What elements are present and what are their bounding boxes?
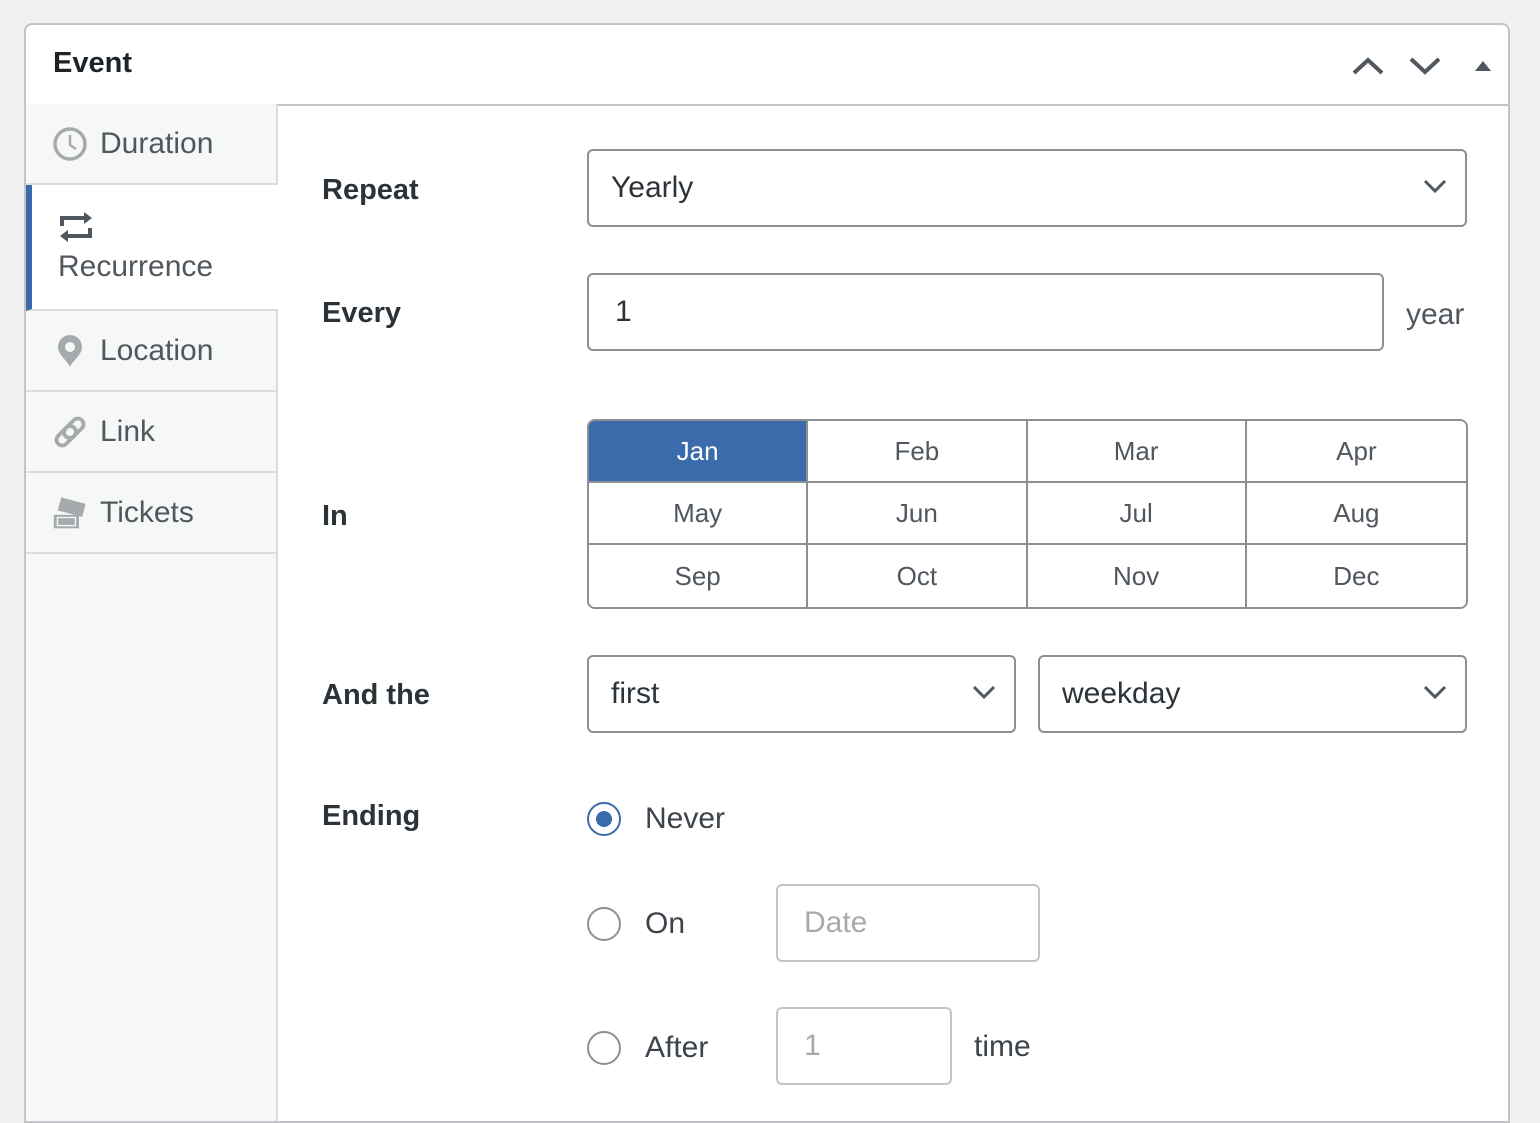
ending-never-option: Never — [587, 802, 725, 836]
month-dec[interactable]: Dec — [1246, 545, 1466, 607]
every-interval-input[interactable]: 1 — [587, 273, 1384, 351]
repeat-select[interactable]: Yearly — [587, 149, 1467, 227]
month-jan[interactable]: Jan — [589, 421, 809, 483]
month-mar[interactable]: Mar — [1027, 421, 1247, 483]
sidebar-item-label: Duration — [100, 126, 214, 160]
link-icon — [52, 414, 88, 450]
month-oct[interactable]: Oct — [808, 545, 1028, 607]
month-jul[interactable]: Jul — [1027, 483, 1247, 545]
sidebar-item-location[interactable]: Location — [26, 311, 276, 392]
sidebar-item-tickets[interactable]: Tickets — [26, 473, 276, 554]
ending-count-unit: time — [974, 1030, 1031, 1063]
ending-date-placeholder: Date — [804, 906, 868, 939]
in-label: In — [322, 500, 348, 532]
tickets-icon — [52, 495, 88, 531]
repeat-label: Repeat — [322, 174, 419, 206]
month-jun[interactable]: Jun — [808, 483, 1028, 545]
sidebar-item-link[interactable]: Link — [26, 392, 276, 473]
ending-label: Ending — [322, 800, 421, 832]
ending-never-label: Never — [645, 802, 726, 835]
panel-header: Event — [26, 25, 1508, 106]
ending-never-radio[interactable] — [587, 802, 621, 836]
ending-on-radio[interactable] — [587, 907, 621, 941]
panel-title: Event — [53, 47, 132, 79]
repeat-icon — [58, 210, 94, 244]
sidebar-item-recurrence[interactable]: Recurrence — [26, 185, 278, 311]
chevron-down-icon — [1423, 179, 1447, 194]
sidebar-item-label: Location — [100, 333, 214, 367]
day-select[interactable]: weekday — [1038, 655, 1467, 733]
ending-date-input[interactable]: Date — [776, 884, 1040, 962]
ending-on-label: On — [645, 907, 686, 940]
ending-count-input[interactable]: 1 — [776, 1007, 952, 1085]
ordinal-select-value: first — [611, 677, 660, 710]
event-panel: Event Duration Recurrence Location Link … — [24, 23, 1510, 1123]
month-apr[interactable]: Apr — [1246, 421, 1466, 483]
month-nov[interactable]: Nov — [1027, 545, 1247, 607]
sidebar-item-label: Tickets — [100, 495, 194, 529]
every-label: Every — [322, 297, 402, 329]
chevron-down-icon — [1409, 57, 1441, 75]
ending-after-option: After — [587, 1031, 708, 1065]
ending-on-option: On — [587, 907, 685, 941]
move-down-button[interactable] — [1405, 49, 1445, 83]
day-select-value: weekday — [1062, 677, 1181, 710]
map-pin-icon — [52, 333, 88, 369]
repeat-select-value: Yearly — [611, 171, 694, 204]
ending-count-value: 1 — [804, 1029, 821, 1062]
clock-icon — [52, 126, 88, 162]
sidebar-tabs: Duration Recurrence Location Link Ticket… — [26, 104, 278, 1121]
sidebar-item-label: Recurrence — [58, 250, 214, 283]
chevron-up-icon — [1352, 57, 1384, 75]
ending-after-label: After — [645, 1031, 709, 1064]
chevron-down-icon — [1423, 685, 1447, 700]
chevron-down-icon — [972, 685, 996, 700]
month-feb[interactable]: Feb — [808, 421, 1028, 483]
month-picker: Jan Feb Mar Apr May Jun Jul Aug Sep Oct … — [587, 419, 1468, 609]
every-unit-label: year — [1406, 298, 1465, 331]
month-may[interactable]: May — [589, 483, 809, 545]
sidebar-item-label: Link — [100, 414, 156, 448]
month-aug[interactable]: Aug — [1246, 483, 1466, 545]
move-up-button[interactable] — [1348, 49, 1388, 83]
and-the-label: And the — [322, 679, 430, 711]
month-sep[interactable]: Sep — [589, 545, 809, 607]
triangle-up-icon — [1475, 61, 1491, 71]
ending-after-radio[interactable] — [587, 1031, 621, 1065]
sidebar-item-duration[interactable]: Duration — [26, 104, 276, 185]
collapse-toggle-button[interactable] — [1463, 49, 1503, 83]
every-interval-value: 1 — [615, 295, 632, 328]
ordinal-select[interactable]: first — [587, 655, 1016, 733]
recurrence-form: Repeat Yearly Every 1 year In Jan Feb Ma… — [278, 104, 1508, 1121]
